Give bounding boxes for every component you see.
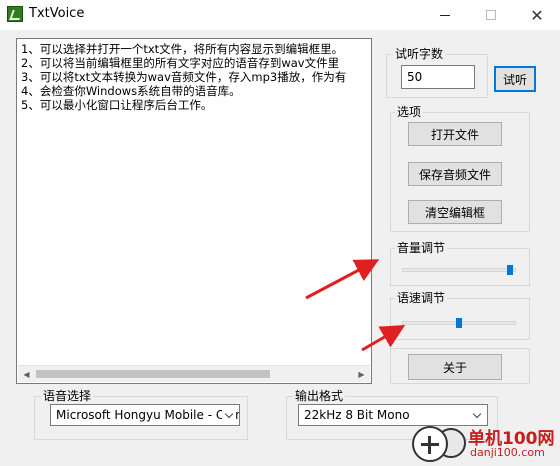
speed-slider-thumb[interactable] — [456, 318, 462, 328]
window-title: TxtVoice — [29, 6, 85, 21]
minimize-button[interactable] — [422, 0, 468, 30]
preview-button[interactable]: 试听 — [494, 66, 536, 92]
voice-select[interactable]: Microsoft Hongyu Mobile - Chinese — [50, 404, 240, 426]
maximize-button[interactable] — [468, 0, 514, 30]
voice-legend: 语音选择 — [41, 389, 94, 403]
editor-line: 5、可以最小化窗口让程序后台工作。 — [21, 98, 213, 112]
minimize-icon — [440, 14, 450, 16]
preview-count-input[interactable]: 50 — [401, 65, 475, 89]
watermark-url: danji100.com — [470, 446, 545, 459]
voice-selected-value: Microsoft Hongyu Mobile - Chinese — [56, 408, 239, 422]
scroll-right-icon[interactable]: ▶ — [353, 366, 370, 382]
watermark-plus-icon — [412, 426, 448, 462]
volume-slider-thumb[interactable] — [506, 265, 513, 275]
editor-line: 1、可以选择并打开一个txt文件，将所有内容显示到编辑框里。 — [21, 42, 344, 56]
options-legend: 选项 — [395, 105, 424, 119]
close-button[interactable]: ✕ — [514, 0, 560, 30]
text-editor[interactable]: 1、可以选择并打开一个txt文件，将所有内容显示到编辑框里。 2、可以将当前编辑… — [16, 38, 372, 384]
app-icon — [7, 6, 23, 22]
save-audio-button[interactable]: 保存音频文件 — [408, 162, 502, 186]
preview-count-legend: 试听字数 — [393, 47, 446, 61]
open-file-button[interactable]: 打开文件 — [408, 122, 502, 146]
output-legend: 输出格式 — [293, 389, 346, 403]
chevron-down-icon — [222, 405, 236, 425]
maximize-icon — [486, 10, 496, 20]
volume-legend: 音量调节 — [395, 241, 448, 255]
volume-slider-track[interactable] — [402, 268, 516, 272]
editor-line: 4、会检查你Windows系统自带的语音库。 — [21, 84, 241, 98]
preview-count-group: 试听字数 50 — [386, 47, 488, 98]
editor-content: 1、可以选择并打开一个txt文件，将所有内容显示到编辑框里。 2、可以将当前编辑… — [21, 42, 367, 112]
editor-line: 3、可以将txt文本转换为wav音频文件，存入mp3播放，作为有 — [21, 70, 347, 84]
chevron-down-icon — [470, 405, 484, 425]
editor-line: 2、可以将当前编辑框里的所有文字对应的语音存到wav文件里 — [21, 56, 340, 70]
scroll-left-icon[interactable]: ◀ — [18, 366, 35, 382]
txtvoice-window: TxtVoice ✕ 1、可以选择并打开一个txt文件，将所有内容显示到编辑框里… — [0, 0, 560, 466]
about-button[interactable]: 关于 — [408, 354, 502, 380]
title-bar[interactable]: TxtVoice ✕ — [0, 0, 560, 30]
clear-editor-button[interactable]: 清空编辑框 — [408, 200, 502, 224]
watermark: 单机100网 danji100.com — [412, 424, 558, 464]
speed-legend: 语速调节 — [395, 291, 448, 305]
output-selected-value: 22kHz 8 Bit Mono — [304, 408, 410, 422]
scroll-thumb[interactable] — [36, 370, 270, 378]
horizontal-scrollbar[interactable]: ◀ ▶ — [18, 365, 370, 382]
output-select[interactable]: 22kHz 8 Bit Mono — [298, 404, 488, 426]
